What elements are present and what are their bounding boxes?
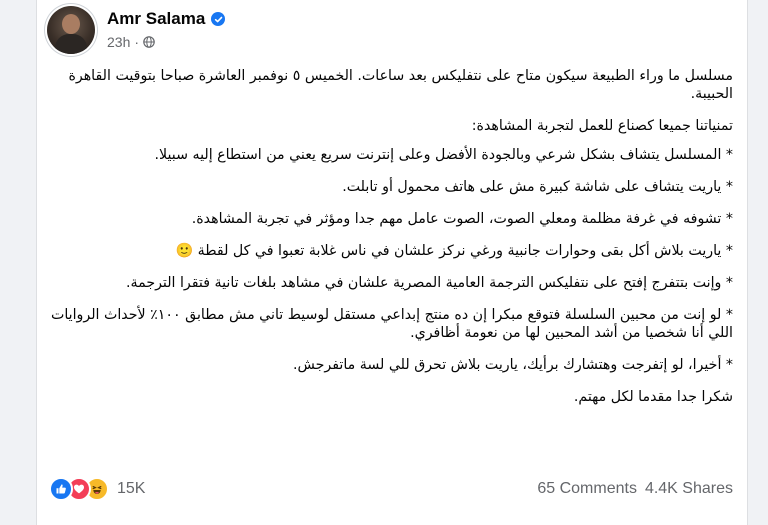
post-header: Amr Salama 23h · (47, 6, 737, 56)
post-paragraph: شكرا جدا مقدما لكل مهتم. (573, 389, 733, 405)
post-time[interactable]: 23h (107, 34, 130, 50)
post-paragraph: * ياريت يتشاف على شاشة كبيرة مش على هاتف… (342, 179, 733, 195)
post-footer: 15K 65 Comments 4.4K Shares (49, 476, 733, 502)
reaction-count[interactable]: 15K (117, 480, 145, 498)
post-paragraph: مسلسل ما وراء الطبيعة سيكون متاح على نتف… (68, 68, 733, 102)
author-name[interactable]: Amr Salama (107, 9, 205, 29)
reaction-summary[interactable]: 15K (49, 477, 145, 501)
post-paragraph: * وإنت بتتفرج إفتح على نتفليكس الترجمة ا… (126, 275, 733, 291)
post-paragraph: * المسلسل يتشاف بشكل شرعي وبالجودة الأفض… (154, 147, 733, 163)
post-card: Amr Salama 23h · مسلسل ما وراء الطبيعة س… (36, 0, 748, 525)
meta-separator: · (134, 34, 140, 50)
post-paragraph: * لو إنت من محبين السلسلة فتوقع مبكرا إن… (50, 307, 733, 341)
post-paragraph: * أخيرا، لو إتفرجت وهتشارك برأيك، ياريت … (293, 357, 733, 373)
post-paragraph: تمنياتنا جميعا كصناع للعمل لتجربة المشاه… (471, 118, 733, 134)
verified-badge-icon (211, 12, 226, 26)
post-paragraph: * ياريت بلاش أكل بقى وحوارات جانبية ورغي… (175, 243, 733, 259)
comments-count[interactable]: 65 Comments (537, 480, 637, 498)
post-body: مسلسل ما وراء الطبيعة سيكون متاح على نتف… (49, 67, 733, 420)
post-meta: 23h · (107, 34, 155, 50)
author-row: Amr Salama (107, 9, 226, 29)
shares-count[interactable]: 4.4K Shares (645, 480, 733, 498)
like-icon (49, 477, 73, 501)
post-paragraph: * تشوفه في غرفة مظلمة ومعلي الصوت، الصوت… (191, 211, 733, 227)
globe-icon[interactable] (143, 36, 155, 48)
author-avatar[interactable] (47, 6, 95, 54)
engagement-stats: 65 Comments 4.4K Shares (537, 480, 733, 498)
